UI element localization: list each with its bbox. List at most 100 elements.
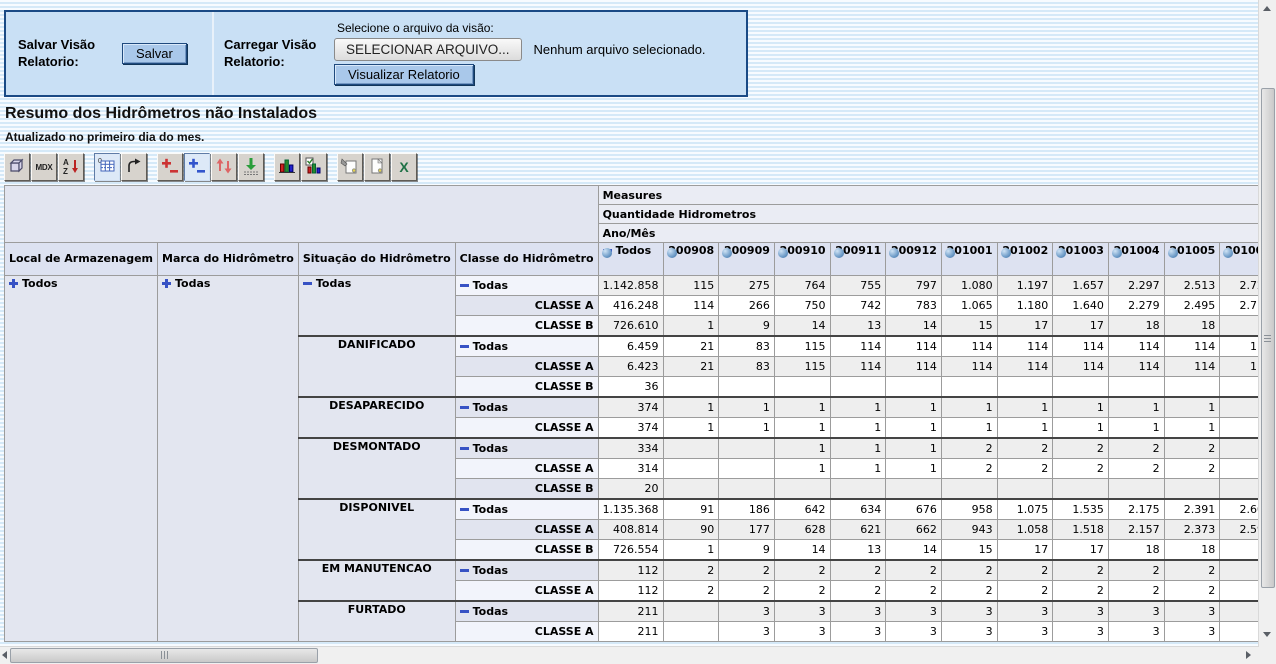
show-chart-button[interactable] (274, 153, 300, 181)
dim-header: Classe do Hidrômetro (455, 243, 598, 276)
scroll-up-icon[interactable] (1263, 6, 1271, 11)
data-cell: 114 (1108, 336, 1164, 357)
collapse-minus-icon[interactable] (460, 610, 469, 613)
chart-config-button[interactable] (301, 153, 327, 181)
data-cell: 211 (598, 622, 663, 642)
measures-header: Measures (598, 186, 1275, 205)
sort-icon[interactable] (1168, 248, 1178, 258)
row-member-classe: Todas (455, 276, 598, 296)
drill-through-button[interactable] (238, 153, 264, 181)
data-cell (1164, 479, 1220, 500)
data-cell: 958 (941, 499, 997, 520)
view-report-button[interactable]: Visualizar Relatorio (334, 64, 474, 85)
vertical-scroll-thumb[interactable] (1261, 88, 1275, 588)
row-member-classe: CLASSE A (455, 296, 598, 316)
data-cell: 2.279 (1108, 296, 1164, 316)
data-cell: 14 (886, 316, 942, 337)
member-label: Todas (473, 340, 508, 353)
data-cell (1053, 377, 1109, 398)
sort-icon[interactable] (778, 248, 788, 258)
select-file-button[interactable]: SELECIONAR ARQUIVO... (334, 38, 522, 61)
up-down-arrows-icon (214, 156, 234, 179)
data-cell (719, 377, 775, 398)
data-cell: 6.459 (598, 336, 663, 357)
scroll-left-icon[interactable] (2, 651, 7, 659)
data-cell: 2.495 (1164, 296, 1220, 316)
data-cell: 662 (886, 520, 942, 540)
row-member-classe: CLASSE A (455, 622, 598, 642)
data-cell: 2 (1164, 560, 1220, 581)
print-config-button[interactable] (337, 153, 363, 181)
horizontal-scroll-thumb[interactable] (10, 648, 318, 663)
row-member-situacao: Todas (298, 276, 455, 337)
member-label: CLASSE B (535, 482, 594, 495)
data-cell: 114 (830, 336, 886, 357)
grid-icon: 0 (97, 156, 117, 179)
drill-position-button[interactable] (184, 153, 210, 181)
data-cell: 17 (1053, 540, 1109, 561)
data-cell (663, 459, 719, 479)
data-cell (719, 438, 775, 459)
member-label: EM MANUTENCAO (322, 562, 432, 575)
collapse-minus-icon[interactable] (303, 282, 312, 285)
show-parent-members-button[interactable]: 0 (94, 153, 120, 181)
data-cell: 36 (598, 377, 663, 398)
drill-replace-button[interactable] (211, 153, 237, 181)
data-cell: 1 (830, 418, 886, 439)
sort-icon[interactable] (1001, 248, 1011, 258)
swap-axes-button[interactable] (121, 153, 147, 181)
data-cell: 9 (719, 540, 775, 561)
member-label: CLASSE A (535, 625, 594, 638)
cube-icon (7, 156, 27, 179)
sort-icon[interactable] (602, 248, 612, 258)
scroll-down-icon[interactable] (1263, 632, 1271, 637)
data-cell: 1.180 (997, 296, 1053, 316)
expand-plus-icon[interactable] (9, 279, 18, 288)
data-cell: 3 (830, 622, 886, 642)
data-cell: 3 (719, 601, 775, 622)
data-cell: 764 (774, 276, 830, 296)
data-cell: 2 (774, 560, 830, 581)
sort-icon[interactable] (1112, 248, 1122, 258)
data-cell: 1 (663, 316, 719, 337)
data-cell (719, 479, 775, 500)
expand-plus-icon[interactable] (162, 279, 171, 288)
data-cell: 3 (774, 622, 830, 642)
collapse-minus-icon[interactable] (460, 406, 469, 409)
row-member-classe: CLASSE B (455, 316, 598, 337)
row-member-situacao: DESMONTADO (298, 438, 455, 499)
mdx-editor-button[interactable]: MDX (31, 153, 57, 181)
save-button[interactable]: Salvar (122, 43, 187, 64)
member-label: CLASSE A (535, 523, 594, 536)
row-member-classe: CLASSE A (455, 418, 598, 439)
collapse-minus-icon[interactable] (460, 284, 469, 287)
sort-icon[interactable] (945, 248, 955, 258)
table-row: Measures (5, 186, 1276, 205)
sort-options-button[interactable]: AZ (58, 153, 84, 181)
olap-navigator-button[interactable] (4, 153, 30, 181)
collapse-minus-icon[interactable] (460, 569, 469, 572)
data-cell: 1 (997, 418, 1053, 439)
sort-icon[interactable] (667, 248, 677, 258)
table-row: Local de ArmazenagemMarca do HidrômetroS… (5, 243, 1276, 276)
print-button[interactable] (364, 153, 390, 181)
row-member-marca: Todas (158, 276, 299, 642)
vertical-scrollbar[interactable] (1258, 0, 1276, 647)
member-label: Todas (316, 277, 351, 290)
collapse-minus-icon[interactable] (460, 447, 469, 450)
row-member-situacao: FURTADO (298, 601, 455, 642)
data-cell: 14 (774, 316, 830, 337)
collapse-minus-icon[interactable] (460, 508, 469, 511)
data-cell: 114 (886, 336, 942, 357)
horizontal-scrollbar[interactable] (0, 646, 1259, 664)
data-cell: 742 (830, 296, 886, 316)
data-cell: 1 (941, 397, 997, 418)
collapse-minus-icon[interactable] (460, 345, 469, 348)
drill-member-button[interactable] (157, 153, 183, 181)
data-cell: 112 (598, 560, 663, 581)
data-cell: 1 (886, 459, 942, 479)
sort-icon[interactable] (834, 248, 844, 258)
scroll-right-icon[interactable] (1246, 651, 1251, 659)
data-cell (1108, 479, 1164, 500)
export-excel-button[interactable]: X (391, 153, 417, 181)
